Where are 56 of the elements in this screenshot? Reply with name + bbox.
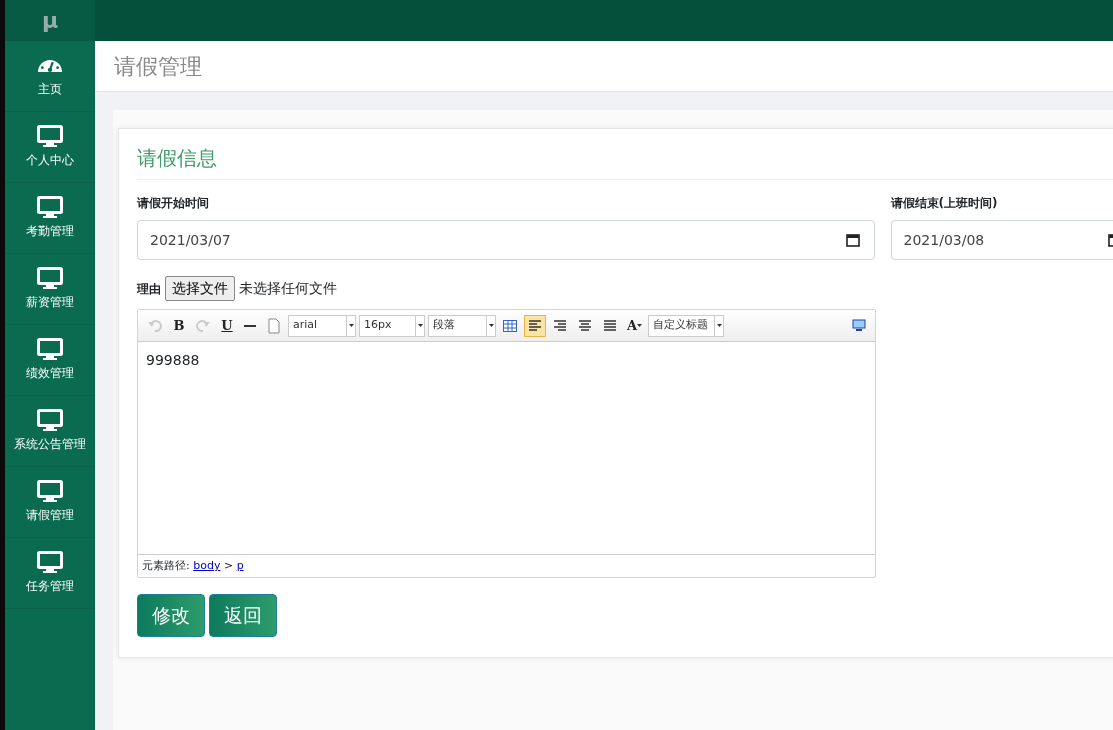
action-button[interactable]: 修改 <box>137 594 205 637</box>
path-separator: > <box>222 559 235 572</box>
monitor-icon <box>37 480 63 502</box>
sidebar-item[interactable]: 任务管理 <box>5 538 95 609</box>
toolbar-dropdown[interactable]: 段落 <box>428 314 496 337</box>
align-center-icon <box>577 317 593 334</box>
redo-icon <box>195 317 211 334</box>
file-button[interactable]: 选择文件 <box>165 276 235 301</box>
gauge-icon <box>38 60 62 72</box>
caret-icon <box>637 324 643 327</box>
align-left-icon <box>527 317 543 334</box>
sidebar-item[interactable]: 考勤管理 <box>5 183 95 254</box>
sidebar-item[interactable]: 绩效管理 <box>5 325 95 396</box>
path-link[interactable]: p <box>236 559 244 572</box>
align-right-icon <box>552 317 568 334</box>
caret-icon <box>488 324 494 327</box>
monitor-icon <box>852 319 866 332</box>
caret-icon <box>348 324 354 327</box>
monitor-icon <box>37 409 63 431</box>
undo-icon <box>147 317 163 334</box>
toolbar-button[interactable]: A <box>624 314 646 337</box>
toolbar-dropdown[interactable]: 16px <box>359 314 425 337</box>
toolbar-dropdown[interactable]: arial <box>288 314 356 337</box>
sidebar-item[interactable]: 系统公告管理 <box>5 396 95 467</box>
field-label: 请假开始时间 <box>137 195 210 212</box>
monitor-icon <box>37 338 63 360</box>
monitor-icon <box>37 267 63 289</box>
editor-text: 999888 <box>146 352 200 368</box>
path-link[interactable]: body <box>193 559 221 572</box>
field-label: 请假结束(上班时间) <box>890 195 999 212</box>
caret-icon <box>716 324 722 327</box>
page-icon <box>266 317 282 334</box>
monitor-icon <box>37 125 63 147</box>
calendar-icon[interactable] <box>845 233 860 247</box>
table-icon <box>502 317 518 334</box>
logo: μ <box>41 7 59 35</box>
date-field[interactable]: 2021/03/07 <box>137 220 875 260</box>
sidebar-item[interactable]: 薪资管理 <box>5 254 95 325</box>
date-field[interactable]: 2021/03/08 <box>890 220 1113 260</box>
path-label: 元素路径: <box>142 559 191 572</box>
toolbar-button[interactable]: B <box>169 314 189 337</box>
field-label: 理由 <box>137 280 161 298</box>
toolbar-dropdown[interactable]: 自定义标题 <box>648 314 725 337</box>
monitor-icon <box>37 196 63 218</box>
toolbar-button[interactable] <box>524 314 546 337</box>
toolbar-button[interactable]: U <box>217 314 237 337</box>
action-button[interactable]: 返回 <box>209 594 277 637</box>
page-title: 请假管理 <box>114 52 202 81</box>
horizontal-rule-icon <box>244 324 256 327</box>
sidebar-item[interactable]: 请假管理 <box>5 467 95 538</box>
align-justify-icon <box>602 317 618 334</box>
file-status: 未选择任何文件 <box>239 279 337 298</box>
monitor-icon <box>37 551 63 573</box>
sidebar-item[interactable]: 个人中心 <box>5 112 95 183</box>
card-title: 请假信息 <box>137 143 1113 180</box>
caret-icon <box>417 324 423 327</box>
